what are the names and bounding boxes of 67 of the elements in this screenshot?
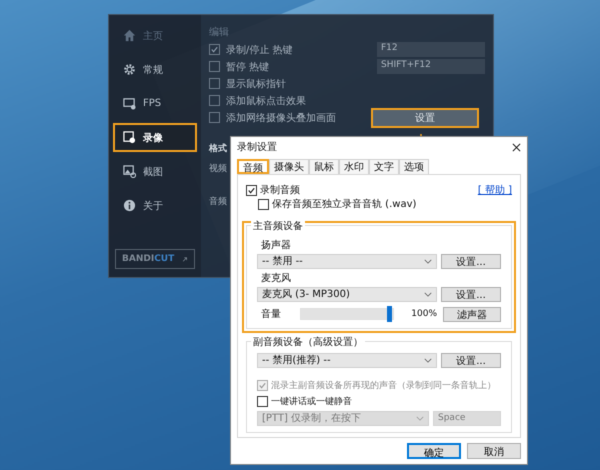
- caret-icon: [416, 416, 424, 420]
- hotkey-field[interactable]: SHIFT+F12: [377, 59, 485, 74]
- screen-record-icon: [123, 131, 136, 144]
- caret-icon: [424, 292, 432, 296]
- sidebar-item[interactable]: 常规: [113, 55, 197, 84]
- tab[interactable]: 文字: [369, 159, 399, 174]
- dialog-button[interactable]: 确定: [407, 443, 461, 459]
- tab[interactable]: 音频: [237, 159, 269, 174]
- help-link[interactable]: [ 帮助 ]: [478, 183, 512, 197]
- option-label: 添加鼠标点击效果: [226, 94, 306, 108]
- checkbox[interactable]: [209, 44, 220, 55]
- checkbox-label: 保存音频至独立录音音轨 (.wav): [272, 198, 416, 211]
- dropdown[interactable]: -- 禁用(推荐) --: [257, 352, 437, 368]
- section-title: 编辑: [209, 26, 230, 40]
- dropdown[interactable]: -- 禁用 --: [257, 254, 437, 268]
- option-label: 录制/停止 热键: [226, 44, 293, 56]
- gear-icon: [123, 63, 136, 76]
- monitor-icon: [123, 97, 136, 110]
- volume-slider[interactable]: [300, 308, 394, 320]
- bandicut-button[interactable]: BANDICUT: [115, 249, 195, 269]
- sidebar-item[interactable]: FPS: [113, 89, 197, 118]
- volume-label: 音量: [260, 308, 282, 321]
- tab[interactable]: 水印: [339, 159, 369, 174]
- sidebar-item[interactable]: 录像: [113, 123, 197, 152]
- checkbox-label: 混录主副音频设备所再现的声音（录制到同一条音轨上）: [271, 380, 496, 392]
- group-title: 副音频设备（高级设置）: [251, 335, 365, 349]
- format-label: 视频: [209, 162, 227, 175]
- settings-button[interactable]: 设置...: [441, 352, 501, 368]
- caret-icon: [424, 258, 432, 264]
- checkbox[interactable]: [257, 396, 268, 406]
- checkbox[interactable]: [209, 61, 220, 72]
- group-title: 主音频设备: [251, 219, 305, 233]
- checkbox-label: 录制音频: [260, 184, 300, 197]
- checkbox[interactable]: [209, 95, 220, 106]
- home-icon: [123, 29, 136, 42]
- section-title: 格式: [209, 142, 227, 156]
- volume-reading: 100%: [410, 309, 438, 319]
- field-label: 扬声器: [260, 238, 292, 251]
- dialog-title: 录制设置: [237, 140, 277, 154]
- external-link-icon: [182, 254, 188, 264]
- checkbox[interactable]: [209, 78, 220, 89]
- filter-button[interactable]: 滤声器: [443, 306, 501, 322]
- screenshot-icon: [123, 165, 136, 178]
- tab[interactable]: 鼠标: [309, 159, 339, 174]
- tab[interactable]: 选项: [399, 159, 429, 174]
- hotkey-field[interactable]: F12: [377, 42, 485, 57]
- tab[interactable]: 摄像头: [269, 159, 309, 174]
- checkbox[interactable]: [246, 184, 257, 196]
- close-icon[interactable]: [512, 142, 521, 152]
- checkbox[interactable]: [209, 112, 220, 123]
- slider-thumb[interactable]: [387, 306, 392, 322]
- info-icon: [123, 199, 136, 212]
- settings-button[interactable]: 设置: [371, 108, 479, 128]
- option-label: 暂停 热键: [226, 60, 270, 74]
- dropdown[interactable]: 麦克风 (3- MP300): [257, 286, 437, 302]
- checkbox-label: 一键讲话或一键静音: [271, 396, 352, 408]
- field-label: 麦克风: [260, 272, 292, 284]
- caret-icon: [424, 358, 432, 362]
- option-label: 显示鼠标指针: [226, 78, 286, 90]
- checkbox[interactable]: [258, 198, 269, 210]
- sidebar-item[interactable]: 关于: [113, 191, 197, 220]
- sidebar-item[interactable]: 截图: [113, 157, 197, 186]
- settings-button[interactable]: 设置...: [441, 286, 501, 302]
- settings-button[interactable]: 设置...: [441, 254, 501, 268]
- format-label: 音频: [209, 196, 227, 208]
- dialog-button[interactable]: 取消: [467, 443, 521, 459]
- option-label: 添加网络摄像头叠加画面: [226, 112, 336, 124]
